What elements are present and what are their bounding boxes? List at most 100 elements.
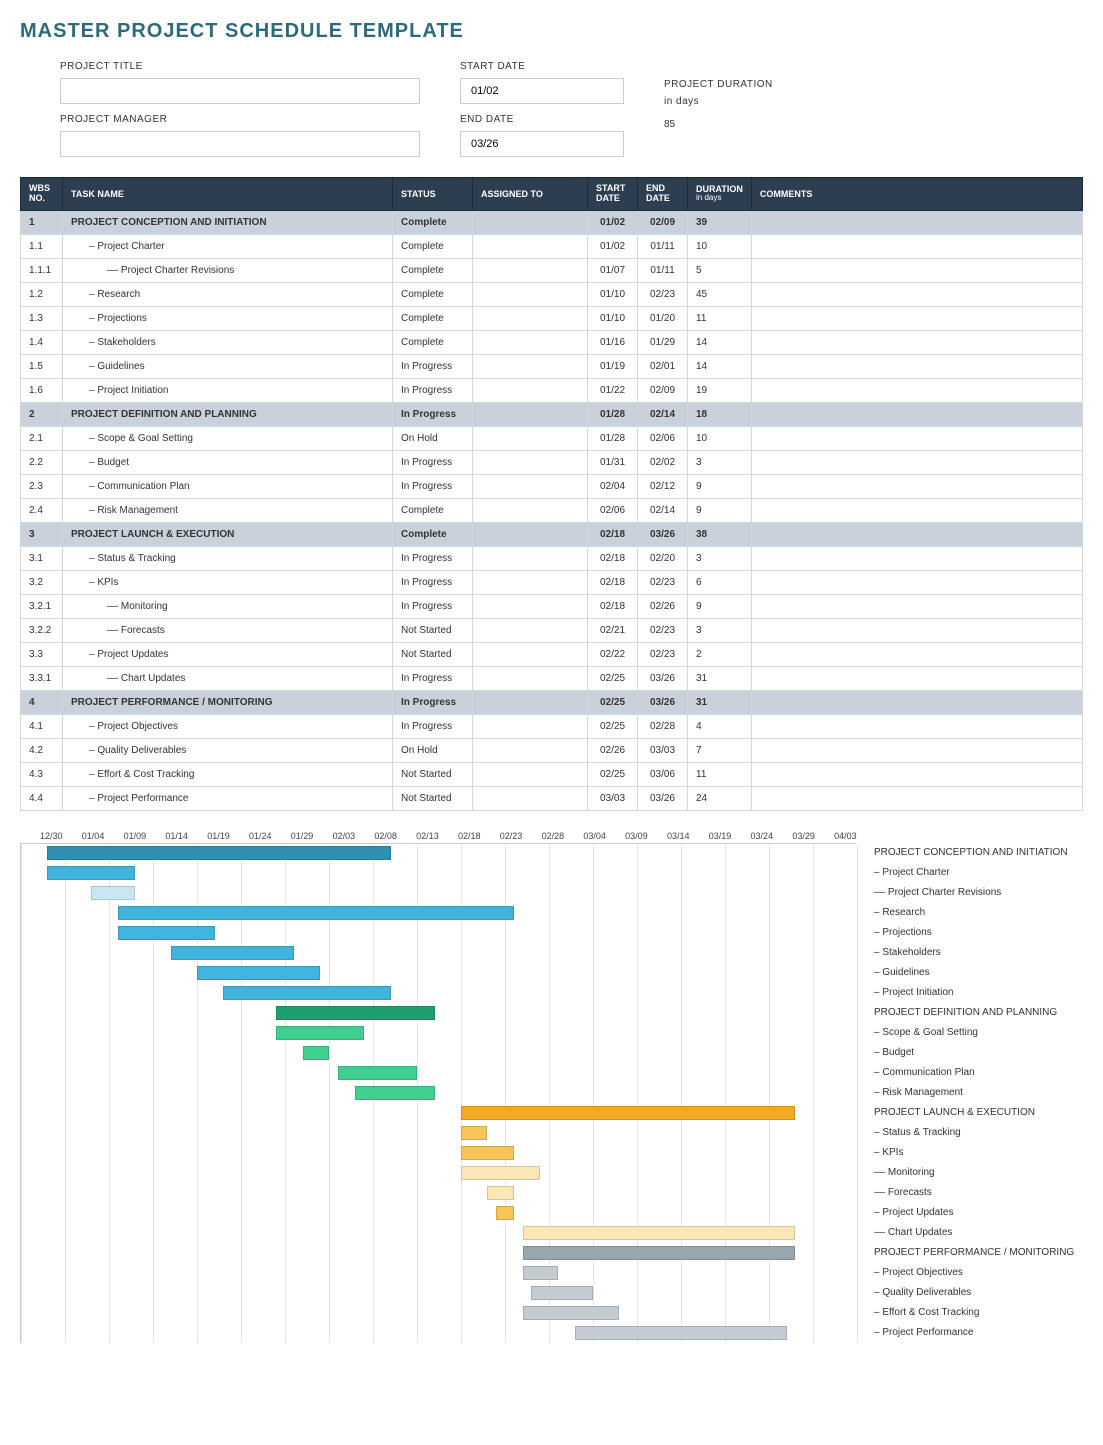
cell-status[interactable]: Not Started [393,618,473,642]
gantt-legend-item: PROJECT LAUNCH & EXECUTION [874,1103,1074,1123]
cell-comments[interactable] [751,786,1082,810]
cell-status[interactable]: In Progress [393,666,473,690]
cell-comments[interactable] [751,666,1082,690]
cell-assigned[interactable] [473,786,588,810]
cell-assigned[interactable] [473,330,588,354]
cell-task: PROJECT LAUNCH & EXECUTION [63,522,393,546]
cell-comments[interactable] [751,618,1082,642]
cell-end: 02/14 [638,402,688,426]
cell-wbs: 1.5 [21,354,63,378]
gantt-bar [47,846,390,860]
cell-comments[interactable] [751,738,1082,762]
cell-comments[interactable] [751,714,1082,738]
cell-status[interactable]: In Progress [393,570,473,594]
cell-task: – Guidelines [63,354,393,378]
cell-comments[interactable] [751,570,1082,594]
cell-assigned[interactable] [473,738,588,762]
cell-comments[interactable] [751,690,1082,714]
cell-task: – Projections [63,306,393,330]
cell-status[interactable]: In Progress [393,402,473,426]
cell-status[interactable]: Not Started [393,786,473,810]
cell-status[interactable]: In Progress [393,450,473,474]
end-date-input[interactable] [460,131,624,157]
cell-assigned[interactable] [473,378,588,402]
cell-assigned[interactable] [473,234,588,258]
cell-status[interactable]: Complete [393,522,473,546]
cell-comments[interactable] [751,378,1082,402]
cell-assigned[interactable] [473,498,588,522]
cell-comments[interactable] [751,450,1082,474]
gantt-row [21,1164,856,1184]
cell-status[interactable]: Not Started [393,762,473,786]
cell-duration: 19 [688,378,752,402]
cell-assigned[interactable] [473,354,588,378]
cell-comments[interactable] [751,762,1082,786]
cell-assigned[interactable] [473,426,588,450]
cell-assigned[interactable] [473,546,588,570]
cell-status[interactable]: Complete [393,498,473,522]
cell-start: 02/18 [588,546,638,570]
cell-status[interactable]: Complete [393,258,473,282]
cell-comments[interactable] [751,474,1082,498]
table-row: 2PROJECT DEFINITION AND PLANNINGIn Progr… [21,402,1083,426]
project-title-input[interactable] [60,78,420,104]
cell-assigned[interactable] [473,210,588,234]
cell-comments[interactable] [751,402,1082,426]
cell-assigned[interactable] [473,666,588,690]
cell-comments[interactable] [751,330,1082,354]
start-date-input[interactable] [460,78,624,104]
cell-status[interactable]: Not Started [393,642,473,666]
cell-comments[interactable] [751,594,1082,618]
cell-assigned[interactable] [473,474,588,498]
cell-comments[interactable] [751,282,1082,306]
cell-assigned[interactable] [473,282,588,306]
cell-assigned[interactable] [473,570,588,594]
cell-task: PROJECT CONCEPTION AND INITIATION [63,210,393,234]
cell-comments[interactable] [751,354,1082,378]
gantt-row [21,1184,856,1204]
cell-status[interactable]: In Progress [393,546,473,570]
cell-status[interactable]: Complete [393,234,473,258]
cell-assigned[interactable] [473,450,588,474]
cell-status[interactable]: In Progress [393,354,473,378]
cell-assigned[interactable] [473,594,588,618]
cell-comments[interactable] [751,426,1082,450]
cell-status[interactable]: On Hold [393,738,473,762]
cell-assigned[interactable] [473,306,588,330]
cell-wbs: 4 [21,690,63,714]
cell-assigned[interactable] [473,762,588,786]
cell-assigned[interactable] [473,402,588,426]
cell-status[interactable]: Complete [393,330,473,354]
cell-end: 02/02 [638,450,688,474]
cell-comments[interactable] [751,210,1082,234]
cell-status[interactable]: In Progress [393,714,473,738]
project-manager-input[interactable] [60,131,420,157]
cell-comments[interactable] [751,306,1082,330]
cell-status[interactable]: Complete [393,210,473,234]
cell-comments[interactable] [751,546,1082,570]
cell-status[interactable]: Complete [393,282,473,306]
cell-task: PROJECT DEFINITION AND PLANNING [63,402,393,426]
cell-comments[interactable] [751,258,1082,282]
gantt-row [21,1084,856,1104]
cell-status[interactable]: In Progress [393,378,473,402]
cell-assigned[interactable] [473,714,588,738]
cell-status[interactable]: In Progress [393,690,473,714]
cell-assigned[interactable] [473,618,588,642]
table-row: 1PROJECT CONCEPTION AND INITIATIONComple… [21,210,1083,234]
task-table: WBS NO. TASK NAME STATUS ASSIGNED TO STA… [20,177,1083,811]
cell-comments[interactable] [751,498,1082,522]
cell-assigned[interactable] [473,690,588,714]
cell-status[interactable]: In Progress [393,474,473,498]
cell-assigned[interactable] [473,642,588,666]
cell-status[interactable]: On Hold [393,426,473,450]
cell-comments[interactable] [751,522,1082,546]
cell-status[interactable]: Complete [393,306,473,330]
cell-assigned[interactable] [473,522,588,546]
cell-status[interactable]: In Progress [393,594,473,618]
gantt-legend-item: – Effort & Cost Tracking [874,1303,1074,1323]
gantt-legend-item: – Scope & Goal Setting [874,1023,1074,1043]
cell-assigned[interactable] [473,258,588,282]
cell-comments[interactable] [751,642,1082,666]
cell-comments[interactable] [751,234,1082,258]
